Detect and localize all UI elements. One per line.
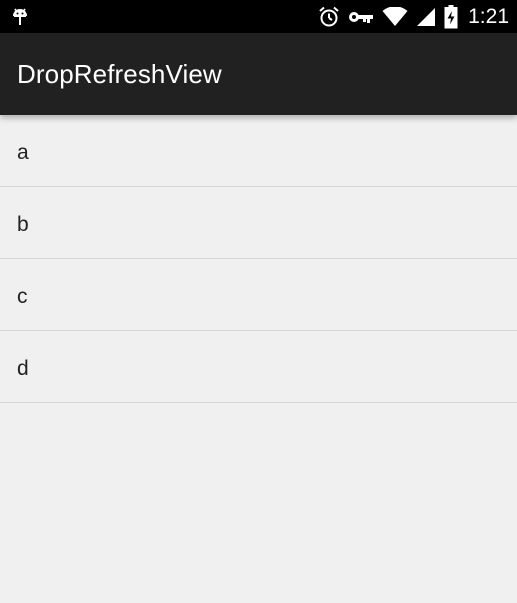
list-item-label: c <box>17 285 28 308</box>
list-item[interactable]: a <box>0 115 517 187</box>
app-bar: DropRefreshView <box>0 33 517 115</box>
status-bar: 1:21 <box>0 0 517 33</box>
battery-charging-icon <box>444 4 458 29</box>
list-item[interactable]: c <box>0 259 517 331</box>
key-icon <box>348 9 374 25</box>
list-item-label: a <box>17 141 29 164</box>
android-debug-icon <box>10 5 30 27</box>
refresh-list[interactable]: a b c d <box>0 115 517 403</box>
list-item-label: b <box>17 213 29 236</box>
status-time: 1:21 <box>468 5 509 28</box>
status-icons: 1:21 <box>318 0 509 33</box>
app-title: DropRefreshView <box>17 59 222 89</box>
cell-signal-icon <box>416 7 436 27</box>
list-item[interactable]: d <box>0 331 517 403</box>
list-item[interactable]: b <box>0 187 517 259</box>
alarm-clock-icon <box>318 6 340 28</box>
wifi-icon <box>382 6 408 27</box>
list-item-label: d <box>17 357 29 380</box>
